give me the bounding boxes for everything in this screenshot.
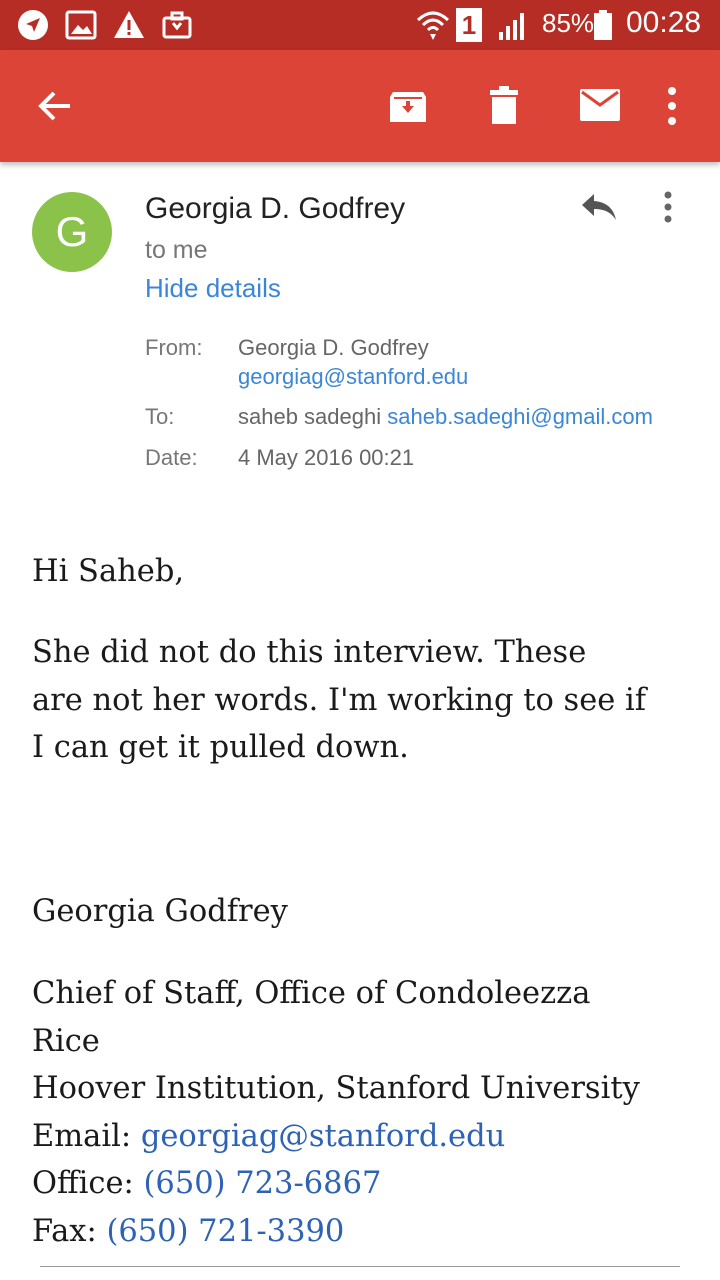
gallery-icon xyxy=(65,10,97,40)
signature-title: Chief of Staff, Office of Condoleezza xyxy=(32,976,591,1011)
signature-fax-row: Fax: (650) 721-3390 xyxy=(32,1208,640,1256)
app-bar xyxy=(0,50,720,162)
fax-label: Fax: xyxy=(32,1213,107,1249)
message-view: G Georgia D. Godfrey to me Hide details … xyxy=(0,162,720,1280)
fax-phone-link[interactable]: (650) 721-3390 xyxy=(106,1214,344,1249)
recipient-summary: to me xyxy=(145,236,208,264)
avatar[interactable]: G xyxy=(32,192,112,272)
to-recipient: saheb sadeghi saheb.sadeghi@gmail.com xyxy=(238,404,653,430)
date-label: Date: xyxy=(145,445,198,470)
from-label: From: xyxy=(145,335,203,360)
wifi-icon xyxy=(416,11,450,40)
to-label: To: xyxy=(145,404,175,429)
archive-icon[interactable] xyxy=(388,86,428,126)
hide-details-link[interactable]: Hide details xyxy=(145,273,281,304)
reply-icon[interactable] xyxy=(580,192,618,222)
delete-icon[interactable] xyxy=(488,86,520,126)
signature-title-cont: Rice xyxy=(32,1023,100,1059)
overflow-menu-icon[interactable] xyxy=(664,86,680,126)
back-icon[interactable] xyxy=(36,87,74,125)
signal-icon xyxy=(499,13,524,40)
navigation-icon xyxy=(18,10,48,40)
from-email-link[interactable]: georgiag@stanford.edu xyxy=(238,364,468,390)
signature-institution: Hoover Institution, Stanford University xyxy=(32,1071,640,1106)
clock: 00:28 xyxy=(626,6,702,39)
office-phone-link[interactable]: (650) 723-6867 xyxy=(144,1166,382,1201)
signature-block: Chief of Staff, Office of Condoleezza Ri… xyxy=(32,970,640,1255)
date-value: 4 May 2016 00:21 xyxy=(238,445,415,470)
signature-name: Georgia Godfrey xyxy=(32,894,288,929)
greeting: Hi Saheb, xyxy=(32,554,185,589)
email-label: Email: xyxy=(32,1118,141,1154)
sender-name: Georgia D. Godfrey xyxy=(145,192,406,225)
message-overflow-icon[interactable] xyxy=(660,190,676,226)
to-email-link[interactable]: saheb.sadeghi@gmail.com xyxy=(387,404,653,429)
to-name: saheb sadeghi xyxy=(238,404,382,429)
briefcase-icon xyxy=(162,11,192,39)
body-line: She did not do this interview. These xyxy=(32,635,587,670)
signature-office-row: Office: (650) 723-6867 xyxy=(32,1160,640,1208)
mark-unread-icon[interactable] xyxy=(580,89,620,121)
sim-indicator: 1 xyxy=(456,8,482,42)
warning-icon xyxy=(114,11,144,38)
office-label: Office: xyxy=(32,1166,144,1201)
from-name: Georgia D. Godfrey xyxy=(238,335,429,360)
battery-percentage: 85% xyxy=(542,8,595,38)
signature-email-row: Email: georgiag@stanford.edu xyxy=(32,1113,640,1161)
battery-icon xyxy=(594,10,612,40)
status-bar: 1 85% 00:28 xyxy=(0,0,720,50)
signature-email-link[interactable]: georgiag@stanford.edu xyxy=(141,1119,505,1154)
body-line: are not her words. I'm working to see if xyxy=(32,682,647,718)
body-paragraph: She did not do this interview. These are… xyxy=(32,629,646,772)
divider xyxy=(40,1266,680,1267)
body-line: I can get it pulled down. xyxy=(32,730,409,765)
